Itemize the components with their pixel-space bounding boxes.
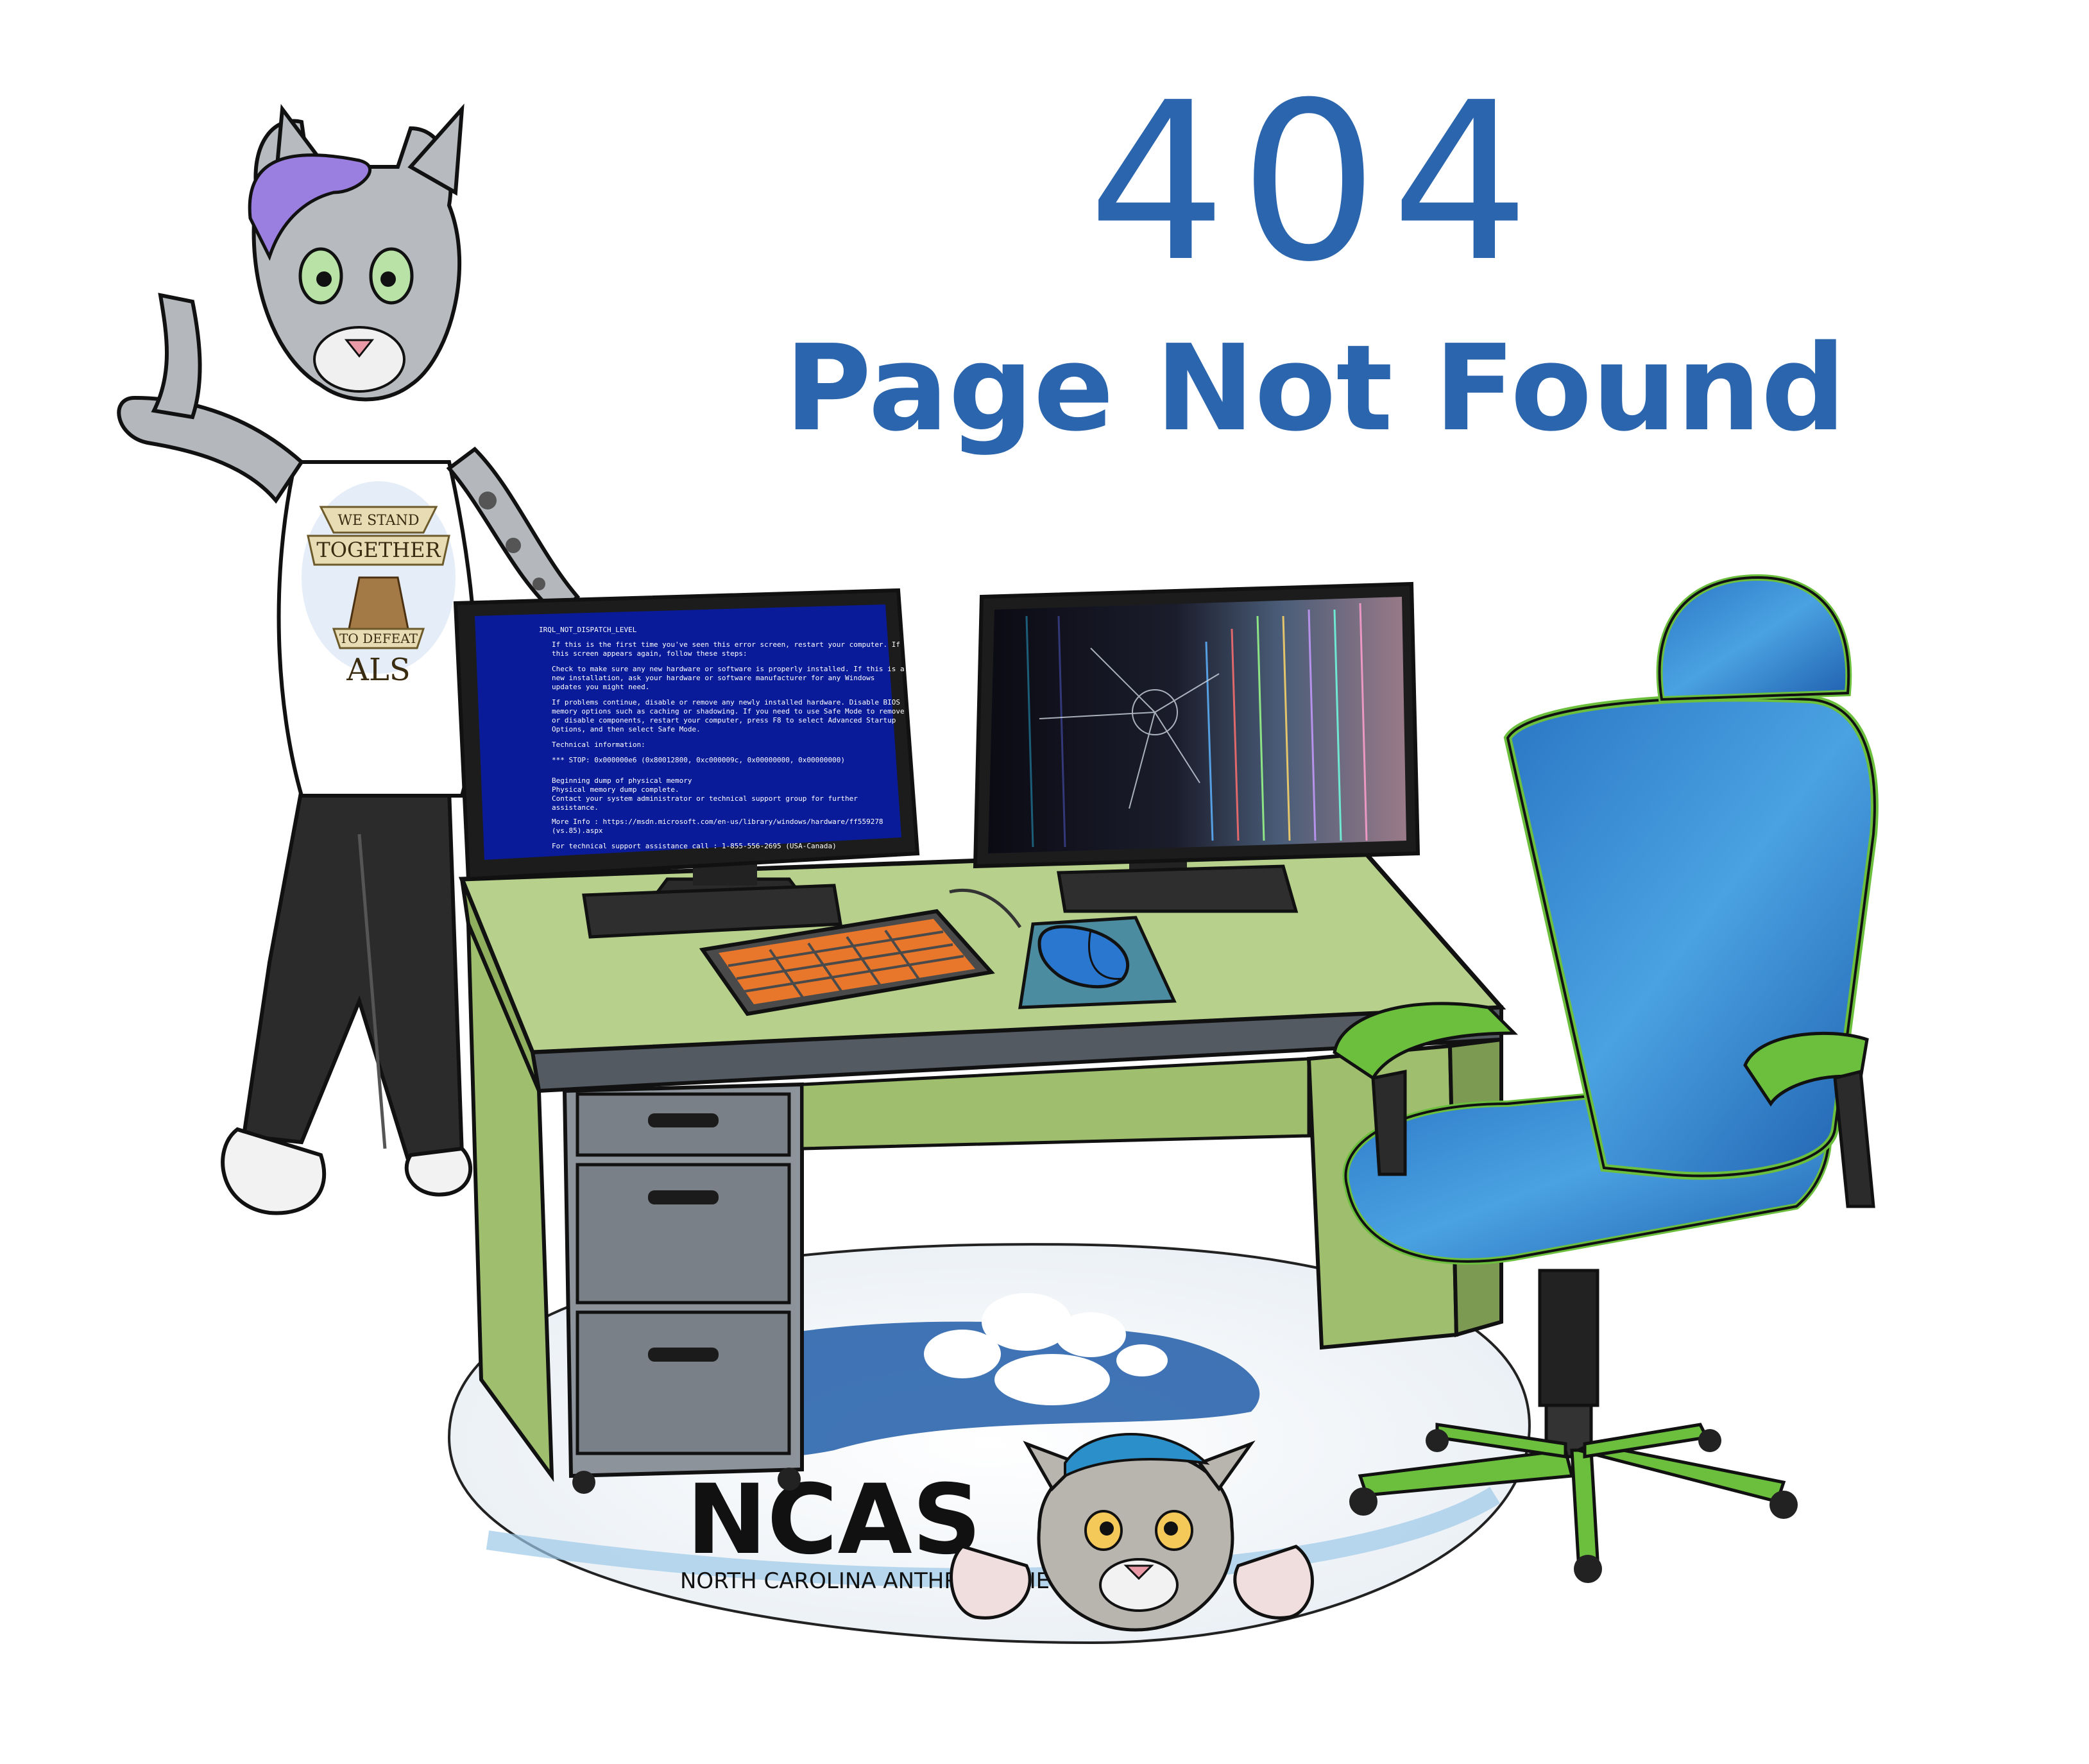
drawer-handle-3 bbox=[648, 1348, 719, 1362]
svg-text:memory options such as caching: memory options such as caching or shadow… bbox=[552, 707, 905, 715]
svg-text:Check to make sure any new har: Check to make sure any new hardware or s… bbox=[552, 665, 905, 673]
svg-text:(vs.85).aspx: (vs.85).aspx bbox=[552, 826, 603, 835]
svg-text:this screen appears again, fol: this screen appears again, follow these … bbox=[552, 649, 747, 658]
svg-text:or disable components, restart: or disable components, restart your comp… bbox=[552, 716, 896, 724]
drawer-handle-2 bbox=[648, 1190, 719, 1204]
svg-text:If problems continue, disable: If problems continue, disable or remove … bbox=[552, 698, 900, 706]
shirt-line-1: WE STAND bbox=[338, 513, 420, 529]
svg-text:*** STOP: 0x000000e6 (0x800128: *** STOP: 0x000000e6 (0x80012800, 0xc000… bbox=[552, 756, 845, 764]
cracked-screen bbox=[988, 597, 1406, 853]
svg-text:new installation, ask your har: new installation, ask your hardware or s… bbox=[552, 674, 874, 682]
drawer-handle-1 bbox=[648, 1113, 719, 1127]
svg-text:Technical information:: Technical information: bbox=[552, 741, 645, 749]
shirt-line-2: TOGETHER bbox=[316, 538, 441, 562]
svg-text:For technical support assistan: For technical support assistance call : … bbox=[552, 842, 837, 850]
svg-text:Contact your system administra: Contact your system administrator or tec… bbox=[552, 794, 858, 803]
drawer-3 bbox=[576, 1310, 791, 1455]
drawer-2 bbox=[576, 1163, 791, 1305]
svg-text:IRQL_NOT_DISPATCH_LEVEL: IRQL_NOT_DISPATCH_LEVEL bbox=[539, 626, 637, 634]
svg-text:Physical memory dump complete.: Physical memory dump complete. bbox=[552, 785, 679, 794]
svg-text:Options, and then select Safe: Options, and then select Safe Mode. bbox=[552, 725, 701, 733]
svg-text:updates you might need.: updates you might need. bbox=[552, 683, 649, 691]
error-page: 404 Page Not Found NCAS NORTH CAROLINA A… bbox=[0, 0, 2089, 1764]
rug-logo: NCAS bbox=[686, 1464, 982, 1576]
svg-text:assistance.: assistance. bbox=[552, 803, 599, 812]
svg-text:Beginning dump of physical mem: Beginning dump of physical memory bbox=[552, 776, 692, 785]
illustration: NCAS NORTH CAROLINA ANTHRO SOCIETY WE ST… bbox=[117, 103, 1879, 1645]
svg-text:More Info : https://msdn.micro: More Info : https://msdn.microsoft.com/e… bbox=[552, 818, 883, 826]
shirt-line-4: ALS bbox=[346, 652, 410, 688]
shirt-line-3: TO DEFEAT bbox=[339, 631, 418, 646]
svg-text:If this is the first time you': If this is the first time you've seen th… bbox=[552, 640, 900, 649]
